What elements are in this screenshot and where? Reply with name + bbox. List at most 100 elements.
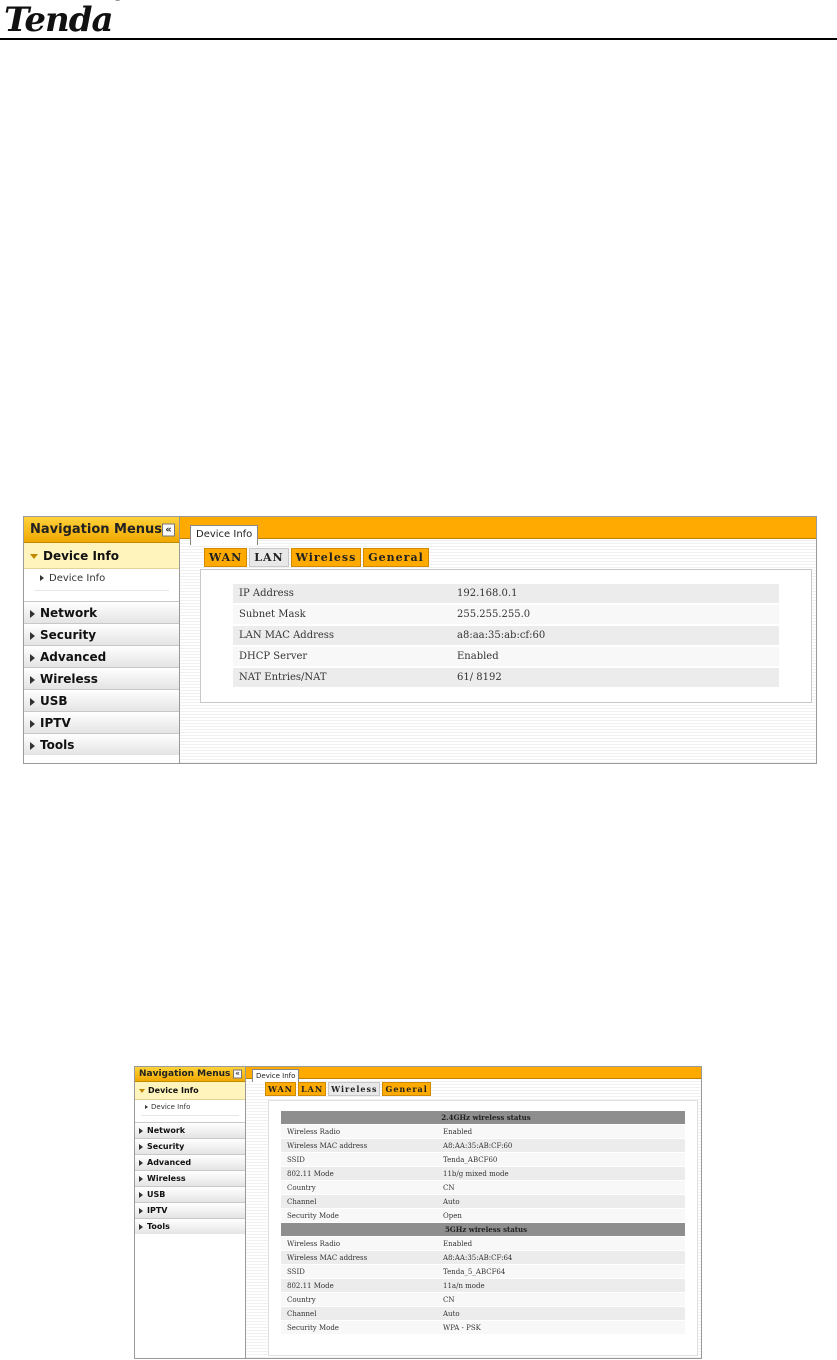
navigation-menu: Navigation Menus « Device Info Device In…	[24, 517, 180, 763]
row-value: 61/ 8192	[451, 668, 779, 687]
nav-item-label: IPTV	[40, 716, 71, 730]
nav-item-label: Wireless	[147, 1174, 186, 1183]
nav-title: Navigation Menus	[139, 1069, 231, 1079]
collapse-icon[interactable]: «	[233, 1069, 242, 1079]
row-label: NAT Entries/NAT	[233, 668, 451, 687]
row-value: 11a/n mode	[437, 1279, 685, 1292]
subtab-bar: WAN LAN Wireless General	[265, 1082, 433, 1096]
arrow-icon	[145, 1105, 148, 1109]
content-area: Device Info WAN LAN Wireless General IP Add…	[180, 517, 816, 763]
content-top-bar	[246, 1067, 701, 1079]
row-label: SSID	[281, 1153, 437, 1166]
arrow-icon	[139, 1127, 143, 1134]
collapse-icon[interactable]: «	[162, 523, 175, 536]
arrow-icon	[30, 653, 35, 662]
nav-item-advanced[interactable]: Advanced	[24, 645, 179, 667]
subtab-general[interactable]: General	[363, 548, 429, 567]
arrow-icon	[40, 575, 44, 581]
row-value: Auto	[437, 1307, 685, 1320]
table-row: LAN MAC Address a8:aa:35:ab:cf:60	[233, 626, 779, 645]
subtab-lan[interactable]: LAN	[298, 1082, 327, 1096]
registered-mark: ®	[114, 0, 122, 3]
table-row: Security Mode WPA - PSK	[281, 1321, 685, 1334]
nav-item-security[interactable]: Security	[24, 623, 179, 645]
arrow-icon	[139, 1143, 143, 1150]
nav-item-iptv[interactable]: IPTV	[24, 711, 179, 733]
nav-subitem-device-info[interactable]: Device Info	[141, 1100, 239, 1116]
navigation-menu: Navigation Menus « Device Info Device In…	[135, 1067, 246, 1358]
table-row: NAT Entries/NAT 61/ 8192	[233, 668, 779, 687]
subtab-wireless[interactable]: Wireless	[328, 1082, 381, 1096]
tab-device-info[interactable]: Device Info	[190, 525, 259, 545]
row-label: 802.11 Mode	[281, 1167, 437, 1180]
nav-item-iptv[interactable]: IPTV	[135, 1202, 245, 1218]
nav-item-tools[interactable]: Tools	[24, 733, 179, 755]
row-label: Subnet Mask	[233, 605, 451, 624]
nav-section-device-info[interactable]: Device Info	[135, 1082, 245, 1100]
arrow-icon	[139, 1159, 143, 1166]
nav-section-label: Device Info	[43, 549, 119, 563]
table-row: Wireless Radio Enabled	[281, 1237, 685, 1250]
nav-section-label: Device Info	[148, 1086, 199, 1095]
row-value: CN	[437, 1293, 685, 1306]
table-row: Security Mode Open	[281, 1209, 685, 1222]
nav-item-list: Network Security Advanced Wireless USB IPTV To…	[24, 601, 179, 755]
arrow-icon	[30, 609, 35, 618]
row-label: LAN MAC Address	[233, 626, 451, 645]
section-header-row: 5GHz wireless status	[281, 1223, 685, 1236]
table-row: SSID Tenda_ABCF60	[281, 1153, 685, 1166]
subtab-wireless[interactable]: Wireless	[290, 548, 362, 567]
nav-subitem-device-info[interactable]: Device Info	[34, 569, 169, 591]
nav-item-security[interactable]: Security	[135, 1138, 245, 1154]
nav-item-advanced[interactable]: Advanced	[135, 1154, 245, 1170]
nav-item-label: Advanced	[40, 650, 107, 664]
subtab-lan[interactable]: LAN	[249, 548, 289, 567]
row-value: A8:AA:35:AB:CF:60	[437, 1139, 685, 1152]
header-rule	[0, 38, 837, 40]
tab-device-info[interactable]: Device Info	[252, 1069, 300, 1082]
arrow-icon	[30, 697, 35, 706]
row-value: Tenda_5_ABCF64	[437, 1265, 685, 1278]
nav-item-wireless[interactable]: Wireless	[24, 667, 179, 689]
section-header-row: 2.4GHz wireless status	[281, 1111, 685, 1124]
row-label: Country	[281, 1181, 437, 1194]
table-row: Wireless Radio Enabled	[281, 1125, 685, 1138]
subtab-general[interactable]: General	[382, 1082, 431, 1096]
row-label: IP Address	[233, 584, 451, 603]
arrow-icon	[30, 719, 35, 728]
lan-info-table: IP Address 192.168.0.1 Subnet Mask 255.255.…	[233, 582, 779, 689]
row-value: Enabled	[451, 647, 779, 666]
section-title: 5GHz wireless status	[281, 1223, 685, 1236]
table-row: Wireless MAC address A8:AA:35:AB:CF:64	[281, 1251, 685, 1264]
nav-item-label: USB	[147, 1190, 166, 1199]
row-label: 802.11 Mode	[281, 1279, 437, 1292]
tab-label: Device Info	[196, 529, 253, 540]
table-row: Country CN	[281, 1293, 685, 1306]
nav-item-wireless[interactable]: Wireless	[135, 1170, 245, 1186]
nav-title: Navigation Menus	[30, 522, 163, 537]
nav-item-usb[interactable]: USB	[24, 689, 179, 711]
nav-item-label: Advanced	[147, 1158, 192, 1167]
nav-section-device-info[interactable]: Device Info	[24, 543, 179, 569]
wireless-screenshot: Navigation Menus « Device Info Device In…	[134, 1066, 702, 1359]
nav-item-usb[interactable]: USB	[135, 1186, 245, 1202]
arrow-icon	[30, 675, 35, 684]
row-value: Open	[437, 1209, 685, 1222]
nav-item-label: Network	[147, 1126, 186, 1135]
table-row: 802.11 Mode 11b/g mixed mode	[281, 1167, 685, 1180]
subtab-bar: WAN LAN Wireless General	[204, 548, 431, 567]
nav-header: Navigation Menus «	[135, 1067, 245, 1082]
nav-item-network[interactable]: Network	[24, 601, 179, 623]
nav-item-tools[interactable]: Tools	[135, 1218, 245, 1234]
subtab-wan[interactable]: WAN	[204, 548, 248, 567]
arrow-icon	[139, 1191, 143, 1198]
row-value: 11b/g mixed mode	[437, 1167, 685, 1180]
subtab-wan[interactable]: WAN	[265, 1082, 296, 1096]
row-label: Security Mode	[281, 1321, 437, 1334]
nav-item-network[interactable]: Network	[135, 1122, 245, 1138]
nav-item-label: Tools	[147, 1222, 170, 1231]
row-value: 192.168.0.1	[451, 584, 779, 603]
nav-item-label: Tools	[40, 738, 75, 752]
nav-item-label: Wireless	[40, 672, 98, 686]
row-value: Tenda_ABCF60	[437, 1153, 685, 1166]
